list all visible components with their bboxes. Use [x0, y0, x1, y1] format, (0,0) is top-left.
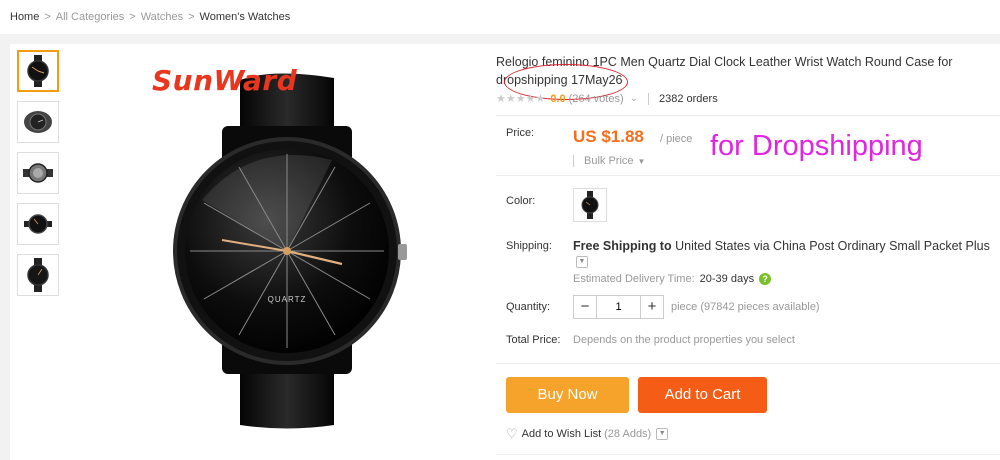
shipping-info: Free Shipping to United States via China… — [573, 239, 998, 269]
wishlist-label[interactable]: Add to Wish List — [522, 428, 601, 440]
rating-votes[interactable]: (264 votes) — [569, 93, 624, 105]
shipping-method: United States via China Post Ordinary Sm… — [675, 239, 990, 253]
heart-icon: ♡ — [506, 426, 518, 441]
breadcrumb-all-categories-link[interactable]: All Categories — [56, 11, 124, 23]
watch-thumb-icon — [23, 163, 53, 183]
chevron-down-icon[interactable]: ▼ — [576, 255, 588, 268]
quantity-input[interactable] — [596, 296, 641, 318]
breadcrumb-womens-watches-link[interactable]: Women's Watches — [200, 11, 291, 23]
watch-image: QUARTZ — [173, 73, 407, 429]
svg-text:QUARTZ: QUARTZ — [268, 295, 307, 304]
thumbnail-2[interactable] — [17, 101, 59, 143]
buy-now-button[interactable]: Buy Now — [506, 377, 629, 413]
thumbnail-3[interactable] — [17, 152, 59, 194]
delivery-label: Estimated Delivery Time: — [573, 273, 695, 285]
delivery-row: Estimated Delivery Time: 20-39 days ? — [573, 273, 772, 285]
chevron-down-icon[interactable]: ▼ — [656, 428, 669, 440]
quantity-stepper: − + — [573, 295, 664, 319]
watch-swatch-icon — [581, 191, 599, 219]
quantity-decrease-button[interactable]: − — [574, 296, 596, 318]
divider — [648, 92, 650, 105]
wishlist-count: (28 Adds) — [604, 428, 652, 440]
bulk-price-toggle[interactable]: Bulk Price ▼ — [573, 155, 645, 167]
brand-logo: SunWard — [152, 64, 298, 97]
bulk-price-label: Bulk Price — [584, 155, 634, 167]
price-label: Price: — [506, 127, 535, 139]
watch-thumb-icon — [24, 214, 52, 234]
free-shipping-label: Free Shipping to — [573, 239, 672, 253]
breadcrumb-watches-link[interactable]: Watches — [141, 11, 183, 23]
help-icon[interactable]: ? — [759, 273, 772, 285]
breadcrumb-separator: > — [44, 11, 51, 23]
delivery-days: 20-39 days — [699, 273, 755, 285]
quantity-increase-button[interactable]: + — [641, 296, 663, 318]
watch-thumb-icon — [24, 111, 52, 133]
thumbnail-1[interactable] — [17, 50, 59, 92]
dropshipping-annotation: for Dropshipping — [710, 130, 923, 162]
color-swatch[interactable] — [573, 188, 607, 222]
watch-thumb-icon — [27, 258, 49, 292]
total-price-label: Total Price: — [506, 334, 561, 346]
total-price-text: Depends on the product properties you se… — [573, 334, 795, 346]
breadcrumb-home-link[interactable]: Home — [10, 11, 39, 23]
rating-score: 0.0 — [550, 92, 566, 105]
thumbnail-list — [17, 50, 61, 305]
breadcrumb-separator: > — [129, 11, 136, 23]
star-icon: ★★★★★ — [496, 93, 546, 105]
breadcrumb-separator: > — [188, 11, 195, 23]
color-label: Color: — [506, 195, 536, 207]
divider — [496, 115, 1000, 116]
shipping-label: Shipping: — [506, 240, 552, 252]
divider — [496, 363, 1000, 364]
wishlist-row[interactable]: ♡ Add to Wish List (28 Adds) ▼ — [506, 426, 669, 442]
divider — [573, 155, 574, 167]
chevron-down-icon[interactable]: ⌄ — [630, 93, 638, 104]
price-value: US $1.88 — [573, 127, 644, 146]
rating-row: ★★★★★ 0.0 (264 votes) ⌄ 2382 orders — [496, 92, 718, 105]
product-panel: QUARTZ SunWard Relogio feminino 1PC Men … — [10, 44, 1000, 460]
quantity-label: Quantity: — [506, 301, 551, 313]
divider — [496, 454, 1000, 455]
watch-thumb-icon — [27, 55, 49, 87]
quantity-available: piece (97842 pieces available) — [671, 301, 820, 313]
price-unit: / piece — [660, 133, 693, 145]
breadcrumb: Home > All Categories > Watches > Women'… — [0, 0, 1000, 34]
orders-count: 2382 — [659, 92, 684, 105]
thumbnail-4[interactable] — [17, 203, 59, 245]
divider — [496, 175, 1000, 176]
orders-label: orders — [686, 92, 718, 105]
main-product-image[interactable]: QUARTZ SunWard — [72, 50, 472, 430]
caret-down-icon: ▼ — [637, 156, 646, 166]
add-to-cart-button[interactable]: Add to Cart — [638, 377, 767, 413]
thumbnail-5[interactable] — [17, 254, 59, 296]
